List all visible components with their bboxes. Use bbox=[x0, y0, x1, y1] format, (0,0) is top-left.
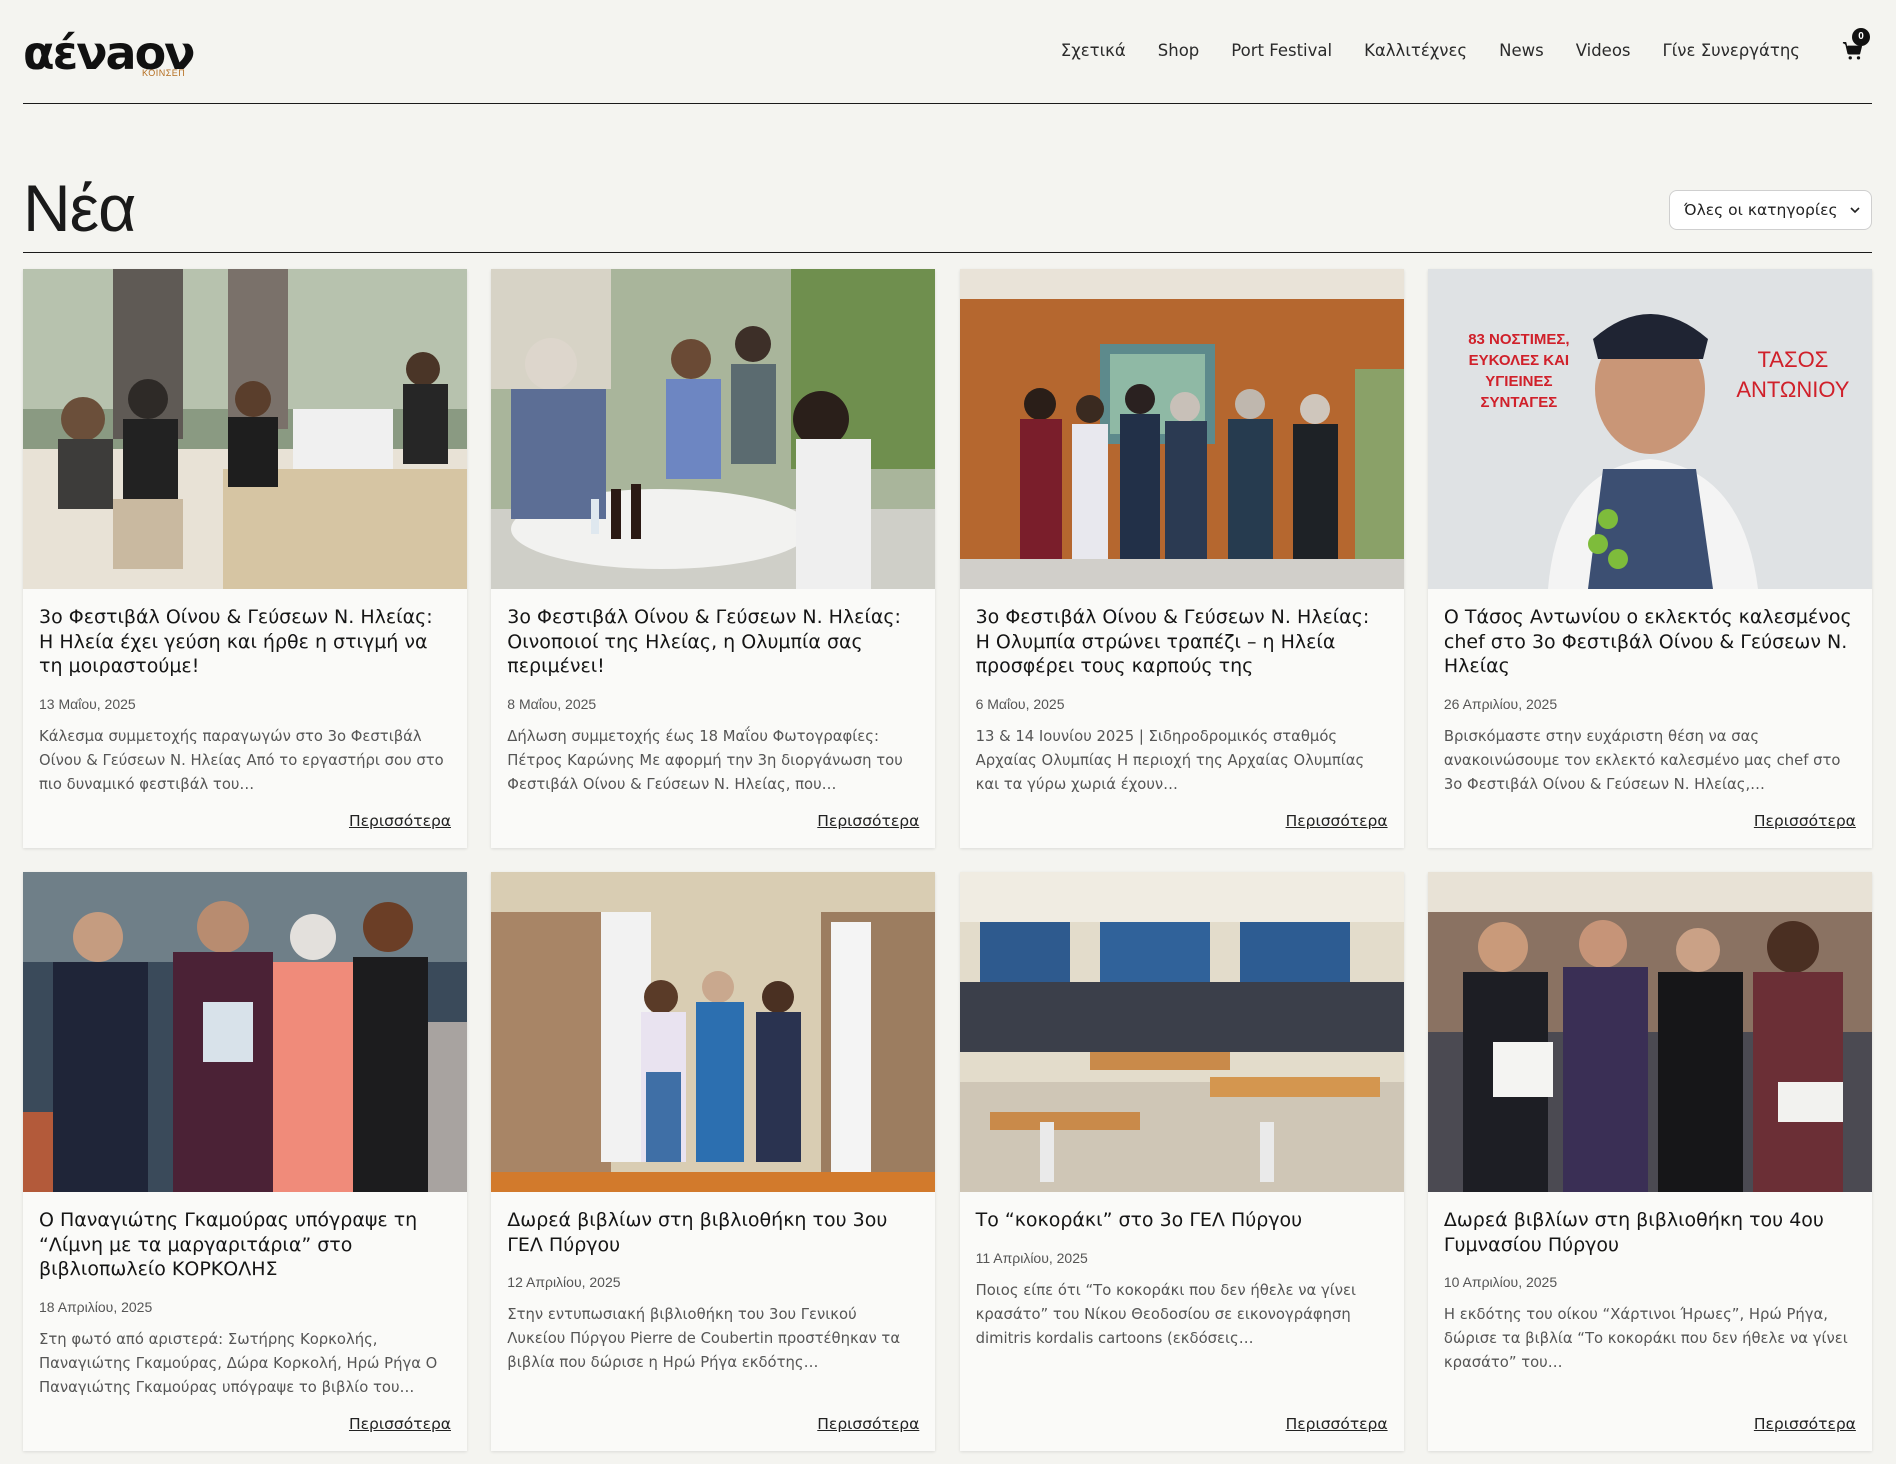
post-title[interactable]: 3ο Φεστιβάλ Οίνου & Γεύσεων Ν. Ηλείας: Ο… bbox=[507, 605, 919, 679]
news-card: 3ο Φεστιβάλ Οίνου & Γεύσεων Ν. Ηλείας: Ο… bbox=[491, 269, 936, 848]
post-excerpt: Ποιος είπε ότι “Το κοκοράκι που δεν ήθελ… bbox=[975, 1281, 1356, 1347]
post-title[interactable]: Ο Τάσος Αντωνίου ο εκλεκτός καλεσμένος c… bbox=[1444, 605, 1856, 679]
site-logo[interactable]: αένaον ΚΟΙΝΣΕΠ bbox=[23, 28, 196, 83]
post-excerpt: Κάλεσμα συμμετοχής παραγωγών στο 3ο Φεστ… bbox=[39, 727, 444, 793]
news-card: 3ο Φεστιβάλ Οίνου & Γεύσεων Ν. Ηλείας: Η… bbox=[23, 269, 467, 848]
post-title[interactable]: Το “κοκοράκι” στο 3ο ΓΕΛ Πύργου bbox=[976, 1208, 1388, 1233]
post-excerpt: Δήλωση συμμετοχής έως 18 Μαΐου Φωτογραφί… bbox=[507, 727, 903, 793]
post-title[interactable]: 3ο Φεστιβάλ Οίνου & Γεύσεων Ν. Ηλείας: Η… bbox=[39, 605, 451, 679]
read-more-link[interactable]: Περισσότερα bbox=[1754, 1415, 1856, 1433]
read-more-link[interactable]: Περισσότερα bbox=[1286, 1415, 1388, 1433]
post-date: 12 Απριλίου, 2025 bbox=[507, 1274, 621, 1290]
nav-item-partner[interactable]: Γίνε Συνεργάτης bbox=[1663, 40, 1800, 62]
post-excerpt: Βρισκόμαστε στην ευχάριστη θέση να σας α… bbox=[1443, 727, 1841, 793]
post-image[interactable]: 83 ΝΟΣΤΙΜΕΣ, ΕΥΚΟΛΕΣ ΚΑΙ ΥΓΙΕΙΝΕΣ ΣΥΝΤΑΓ… bbox=[1427, 269, 1872, 589]
post-image[interactable] bbox=[959, 269, 1404, 589]
news-card: 3ο Φεστιβάλ Οίνου & Γεύσεων Ν. Ηλείας: Η… bbox=[959, 269, 1404, 848]
post-date: 13 Μαΐου, 2025 bbox=[39, 695, 136, 712]
nav-item-videos[interactable]: Videos bbox=[1576, 40, 1631, 62]
book-cover-text-right: ΤΑΣΟΣ ΑΝΤΩΝΙΟΥ bbox=[1736, 347, 1850, 402]
post-title[interactable]: Δωρεά βιβλίων στη βιβλιοθήκη του 3ου ΓΕΛ… bbox=[507, 1208, 919, 1257]
news-card: Δωρεά βιβλίων στη βιβλιοθήκη του 3ου ΓΕΛ… bbox=[491, 872, 936, 1451]
news-grid: 3ο Φεστιβάλ Οίνου & Γεύσεων Ν. Ηλείας: Η… bbox=[23, 269, 1872, 1451]
page-title-row: Νέα Όλες οι κατηγορίες bbox=[23, 104, 1872, 253]
post-title[interactable]: 3ο Φεστιβάλ Οίνου & Γεύσεων Ν. Ηλείας: Η… bbox=[976, 605, 1388, 679]
news-card: Ο Παναγιώτης Γκαμούρας υπόγραψε τη “Λίμν… bbox=[23, 872, 467, 1451]
post-image[interactable] bbox=[959, 872, 1404, 1192]
post-date: 26 Απριλίου, 2025 bbox=[1443, 695, 1558, 712]
logo-subtitle: ΚΟΙΝΣΕΠ bbox=[142, 68, 186, 78]
post-image[interactable] bbox=[1427, 872, 1872, 1192]
news-card: 83 ΝΟΣΤΙΜΕΣ, ΕΥΚΟΛΕΣ ΚΑΙ ΥΓΙΕΙΝΕΣ ΣΥΝΤΑΓ… bbox=[1427, 269, 1872, 848]
news-card: Δωρεά βιβλίων στη βιβλιοθήκη του 4ου Γυμ… bbox=[1427, 872, 1872, 1451]
post-excerpt: Στην εντυπωσιακή βιβλιοθήκη του 3ου Γενι… bbox=[507, 1306, 901, 1371]
category-filter-value: Όλες οι κατηγορίες bbox=[1684, 201, 1838, 219]
news-card: Το “κοκοράκι” στο 3ο ΓΕΛ Πύργου 11 Απριλ… bbox=[959, 872, 1404, 1451]
page-title: Νέα bbox=[23, 171, 136, 245]
chevron-down-icon bbox=[1850, 207, 1860, 214]
post-image[interactable] bbox=[23, 269, 467, 589]
read-more-link[interactable]: Περισσότερα bbox=[349, 812, 451, 830]
nav-item-artists[interactable]: Καλλιτέχνες bbox=[1364, 40, 1467, 62]
post-date: 10 Απριλίου, 2025 bbox=[1443, 1274, 1558, 1290]
site-header: αένaον ΚΟΙΝΣΕΠ Σχετικά Shop Port Festiva… bbox=[23, 0, 1872, 104]
book-cover-text-left: 83 ΝΟΣΤΙΜΕΣ, ΕΥΚΟΛΕΣ ΚΑΙ ΥΓΙΕΙΝΕΣ ΣΥΝΤΑΓ… bbox=[1468, 331, 1570, 411]
nav-item-shop[interactable]: Shop bbox=[1158, 40, 1200, 62]
post-date: 11 Απριλίου, 2025 bbox=[975, 1249, 1088, 1266]
post-date: 6 Μαΐου, 2025 bbox=[975, 695, 1065, 712]
read-more-link[interactable]: Περισσότερα bbox=[817, 1415, 919, 1433]
nav-item-about[interactable]: Σχετικά bbox=[1061, 40, 1126, 62]
read-more-link[interactable]: Περισσότερα bbox=[817, 812, 919, 830]
category-filter-select[interactable]: Όλες οι κατηγορίες bbox=[1669, 190, 1872, 230]
read-more-link[interactable]: Περισσότερα bbox=[1286, 812, 1388, 830]
read-more-link[interactable]: Περισσότερα bbox=[1754, 812, 1856, 830]
main-nav: Σχετικά Shop Port Festival Καλλιτέχνες N… bbox=[1029, 40, 1800, 62]
post-title[interactable]: Ο Παναγιώτης Γκαμούρας υπόγραψε τη “Λίμν… bbox=[39, 1208, 451, 1282]
post-title[interactable]: Δωρεά βιβλίων στη βιβλιοθήκη του 4ου Γυμ… bbox=[1444, 1208, 1856, 1257]
post-image[interactable] bbox=[23, 872, 467, 1192]
post-date: 8 Μαΐου, 2025 bbox=[507, 695, 597, 712]
read-more-link[interactable]: Περισσότερα bbox=[349, 1415, 451, 1433]
cart-count-badge: 0 bbox=[1852, 28, 1870, 46]
nav-item-port-festival[interactable]: Port Festival bbox=[1231, 40, 1332, 62]
post-image-graphic bbox=[1547, 314, 1758, 589]
cart-button[interactable]: 0 bbox=[1842, 28, 1870, 62]
post-excerpt: Στη φωτό από αριστερά: Σωτήρης Κορκολής,… bbox=[39, 1330, 438, 1396]
nav-item-news[interactable]: News bbox=[1499, 40, 1544, 62]
post-date: 18 Απριλίου, 2025 bbox=[39, 1298, 153, 1315]
post-image[interactable] bbox=[491, 872, 936, 1192]
post-image[interactable] bbox=[491, 269, 936, 589]
post-excerpt: 13 & 14 Ιουνίου 2025 | Σιδηροδρομικός στ… bbox=[975, 727, 1365, 793]
post-excerpt: Η εκδότης του οίκου “Χάρτινοι Ήρωες”, Ηρ… bbox=[1443, 1306, 1848, 1371]
